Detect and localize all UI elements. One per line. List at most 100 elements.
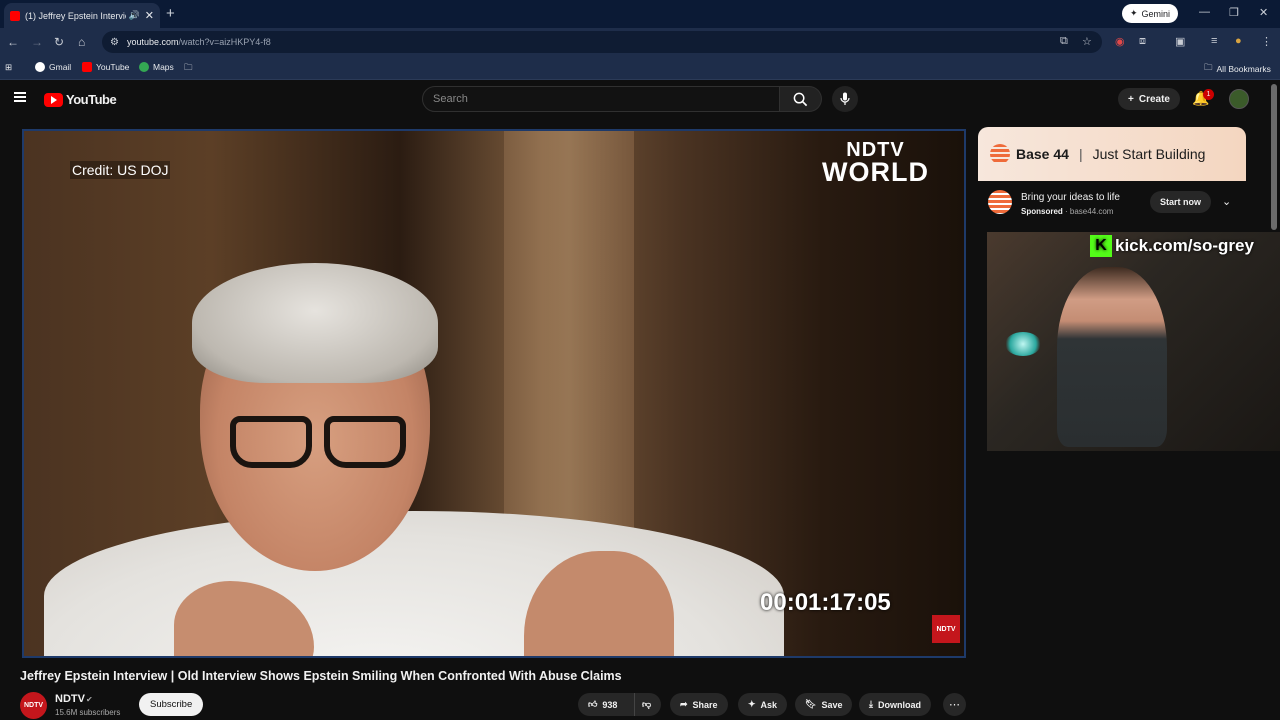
close-window-icon[interactable]: ✕ bbox=[1259, 6, 1268, 19]
forward-arrow-icon[interactable]: → bbox=[31, 35, 43, 49]
download-button[interactable]: ⤓ Download bbox=[859, 693, 931, 716]
account-avatar[interactable] bbox=[1229, 89, 1249, 109]
maximize-icon[interactable]: ❐ bbox=[1229, 6, 1239, 19]
video-timecode: 00:01:17:05 bbox=[760, 589, 891, 616]
bookmark-icon: 🔖︎ bbox=[805, 699, 817, 709]
media-controls-icon[interactable]: ≡ bbox=[1211, 35, 1217, 47]
search-input[interactable]: Search bbox=[422, 86, 780, 112]
ask-label: Ask bbox=[760, 699, 778, 710]
extensions-puzzle-icon[interactable]: ⧈ bbox=[1139, 35, 1146, 48]
channel-avatar[interactable]: NDTV bbox=[20, 692, 47, 719]
chevron-down-icon[interactable]: ⌄ bbox=[1222, 195, 1231, 208]
bookmark-youtube[interactable]: YouTube bbox=[82, 62, 129, 72]
verified-check-icon: ✔ bbox=[86, 695, 93, 704]
url-field[interactable]: ⚙ youtube.com /watch?v=aizHKPY4-f8 bbox=[102, 31, 1102, 53]
video-player[interactable]: Credit: US DOJ NDTV WORLD 00:01:17:05 ND… bbox=[22, 129, 966, 658]
sparkle-icon: ✦ bbox=[748, 699, 756, 709]
ad-brand: Base 44 bbox=[1016, 146, 1069, 162]
reload-icon[interactable]: ↻ bbox=[54, 35, 64, 49]
webcam-lamp bbox=[1005, 332, 1041, 356]
dislike-button[interactable]: 👎︎ bbox=[634, 693, 661, 716]
profile-avatar-icon[interactable]: ● bbox=[1235, 35, 1242, 47]
record-extension-icon[interactable]: ◉ bbox=[1115, 35, 1125, 48]
video-credit-caption: Credit: US DOJ bbox=[70, 161, 171, 179]
back-arrow-icon[interactable]: ← bbox=[7, 35, 19, 49]
speaker-icon[interactable]: 🔊 bbox=[129, 10, 140, 21]
video-person-hair bbox=[192, 263, 438, 383]
url-host: youtube.com bbox=[126, 37, 179, 47]
browser-tab-active[interactable]: (1) Jeffrey Epstein Interview 🔊 ✕ bbox=[4, 3, 160, 28]
ad-sponsored-line: Sponsored · base44.com bbox=[1021, 207, 1114, 216]
create-button[interactable]: + Create bbox=[1118, 88, 1180, 110]
thumbs-down-icon: 👎︎ bbox=[642, 699, 652, 709]
side-panel-icon[interactable]: ▣ bbox=[1175, 35, 1185, 48]
subscribe-button[interactable]: Subscribe bbox=[139, 693, 204, 716]
notification-count-badge: 1 bbox=[1203, 89, 1214, 100]
close-tab-icon[interactable]: ✕ bbox=[145, 9, 154, 22]
sponsored-label: Sponsored bbox=[1021, 207, 1063, 216]
browser-tab-strip: (1) Jeffrey Epstein Interview 🔊 ✕ + ✦ Ge… bbox=[0, 0, 1280, 28]
glasses-right-lens bbox=[324, 416, 406, 468]
thumbs-up-icon: 👍︎ bbox=[588, 699, 598, 709]
youtube-play-icon bbox=[44, 92, 63, 107]
ad-domain: base44.com bbox=[1069, 207, 1114, 216]
share-button[interactable]: ➦ Share bbox=[670, 693, 728, 716]
kick-url: kick.com/so-grey bbox=[1115, 236, 1254, 255]
bookmark-gmail[interactable]: Gmail bbox=[35, 62, 71, 72]
all-bookmarks[interactable]: 🗀 All Bookmarks bbox=[1204, 62, 1271, 76]
bookmark-label: Maps bbox=[153, 62, 174, 72]
save-label: Save bbox=[821, 699, 843, 710]
voice-search-button[interactable] bbox=[832, 86, 858, 112]
save-button[interactable]: 🔖︎ Save bbox=[795, 693, 853, 716]
plus-icon: + bbox=[1128, 93, 1134, 105]
folder-icon: 🗀 bbox=[1204, 62, 1213, 72]
youtube-logo[interactable]: YouTube bbox=[44, 92, 117, 107]
google-icon bbox=[35, 62, 45, 72]
tab-title: (1) Jeffrey Epstein Interview bbox=[25, 10, 126, 21]
create-label: Create bbox=[1138, 93, 1170, 105]
site-info-icon[interactable]: ⚙ bbox=[110, 37, 119, 48]
install-app-icon[interactable]: ⧉ bbox=[1060, 35, 1068, 48]
download-icon: ⤓ bbox=[869, 699, 873, 709]
share-label: Share bbox=[692, 699, 718, 710]
apps-grid-icon[interactable]: ⊞ bbox=[5, 62, 12, 73]
bookmark-maps[interactable]: Maps bbox=[139, 62, 174, 72]
ndtv-logo-line2: WORLD bbox=[822, 157, 929, 187]
minimize-icon[interactable]: — bbox=[1199, 6, 1210, 18]
ad-slogan: Just Start Building bbox=[1092, 146, 1206, 162]
ad-banner[interactable]: Base 44 | Just Start Building bbox=[978, 127, 1246, 181]
video-title: Jeffrey Epstein Interview | Old Intervie… bbox=[20, 669, 622, 683]
like-button[interactable]: 👍︎ 938 bbox=[578, 693, 634, 716]
ad-advertiser-logo-icon bbox=[988, 190, 1012, 214]
bookmark-star-icon[interactable]: ☆ bbox=[1082, 35, 1092, 48]
more-actions-icon[interactable]: ⋯ bbox=[943, 693, 966, 716]
glasses-left-lens bbox=[230, 416, 312, 468]
logo-text: YouTube bbox=[66, 92, 117, 107]
ndtv-world-logo: NDTV WORLD bbox=[822, 140, 929, 187]
page-scrollbar[interactable] bbox=[1271, 84, 1277, 230]
streamer-webcam-overlay bbox=[987, 232, 1280, 451]
search-button[interactable] bbox=[780, 86, 822, 112]
channel-name[interactable]: NDTV bbox=[55, 693, 85, 705]
browser-menu-icon[interactable]: ⋮ bbox=[1261, 35, 1272, 48]
kick-logo-icon: K bbox=[1090, 235, 1112, 257]
ad-headline: Bring your ideas to life bbox=[1021, 192, 1120, 203]
youtube-icon bbox=[82, 62, 92, 72]
bookmark-label: YouTube bbox=[96, 62, 130, 72]
new-tab-button[interactable]: + bbox=[166, 5, 175, 22]
ad-cta-button[interactable]: Start now bbox=[1150, 191, 1212, 213]
bookmark-folder-icon[interactable]: 🗀 bbox=[184, 62, 193, 76]
ask-button[interactable]: ✦ Ask bbox=[738, 693, 788, 716]
like-count: 938 bbox=[602, 699, 618, 710]
maps-pin-icon bbox=[139, 62, 149, 72]
gemini-button[interactable]: ✦ Gemini bbox=[1122, 4, 1179, 23]
all-bookmarks-label: All Bookmarks bbox=[1216, 64, 1271, 74]
ndtv-corner-badge: NDTV bbox=[932, 615, 960, 643]
ad-card[interactable]: Bring your ideas to life Sponsored · bas… bbox=[978, 181, 1246, 227]
webcam-person bbox=[1057, 267, 1167, 447]
bookmark-label: Gmail bbox=[49, 62, 72, 72]
home-icon[interactable]: ⌂ bbox=[78, 35, 85, 49]
hamburger-menu-icon[interactable] bbox=[14, 92, 26, 102]
address-bar-row: ← → ↻ ⌂ ⚙ youtube.com /watch?v=aizHKPY4-… bbox=[0, 28, 1280, 56]
base44-logo-icon bbox=[990, 144, 1010, 164]
